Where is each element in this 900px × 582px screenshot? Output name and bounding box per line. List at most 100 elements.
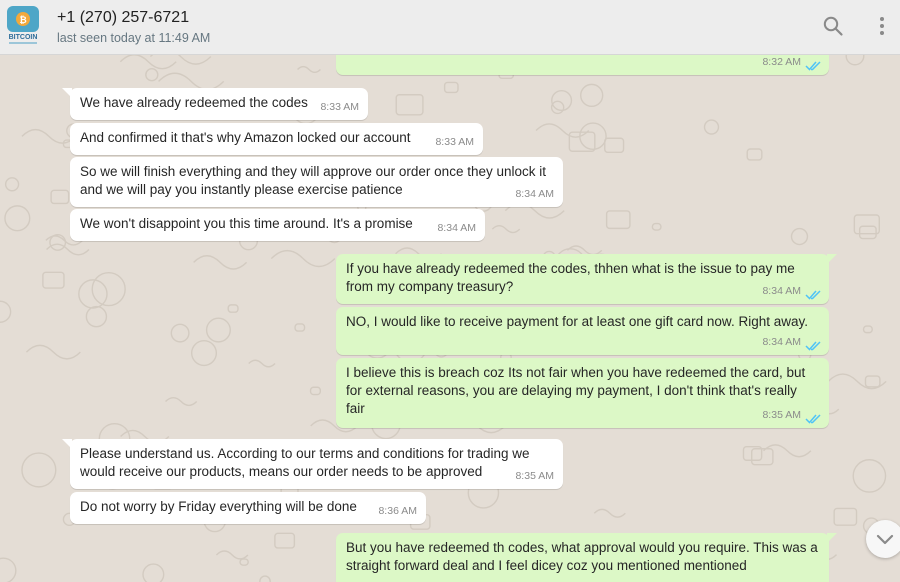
chevron-down-icon [876, 534, 894, 545]
wallpaper-doodle [0, 300, 12, 323]
wallpaper-doodle [91, 271, 126, 307]
message-incoming[interactable]: So we will finish everything and they wi… [70, 157, 563, 207]
wallpaper-doodle [21, 452, 57, 488]
message-time: 8:35 AM [762, 409, 801, 421]
bubble-tail [827, 254, 837, 264]
wallpaper-doodle [42, 271, 65, 289]
wallpaper-doodle [491, 224, 521, 234]
wallpaper-doodle [145, 68, 159, 82]
wallpaper-doodle [845, 55, 865, 66]
message-time: 8:34 AM [762, 336, 801, 348]
wallpaper-doodle [746, 148, 763, 161]
message-outgoing[interactable]: 8:32 AM [336, 55, 829, 75]
svg-text:₿: ₿ [19, 15, 26, 26]
message-text: And confirmed it that's why Amazon locke… [80, 130, 411, 145]
double-check-icon [805, 341, 821, 351]
message-time: 8:34 AM [762, 285, 801, 297]
message-outgoing[interactable]: I believe this is breach coz Its not fai… [336, 358, 829, 428]
wallpaper-doodle [215, 550, 249, 560]
message-incoming[interactable]: Do not worry by Friday everything will b… [70, 492, 426, 524]
chat-window: ₿ BITCOIN +1 (270) 257-6721 last seen to… [0, 0, 900, 582]
wallpaper-doodle [239, 558, 249, 566]
message-text: Do not worry by Friday everything will b… [80, 499, 357, 514]
wallpaper-doodle [858, 225, 877, 240]
bubble-tail [827, 533, 837, 543]
double-check-icon [805, 290, 821, 300]
avatar[interactable]: ₿ BITCOIN [5, 6, 41, 46]
message-outgoing[interactable]: But you have redeemed th codes, what app… [336, 533, 837, 582]
last-seen-status: last seen today at 11:49 AM [57, 31, 211, 45]
message-outgoing[interactable]: If you have already redeemed the codes, … [336, 254, 837, 304]
wallpaper-doodle [551, 89, 573, 112]
message-time: 8:34 AM [437, 222, 476, 234]
wallpaper-doodle [579, 122, 607, 151]
message-text: But you have redeemed th codes, what app… [346, 540, 818, 573]
wallpaper-doodle [864, 375, 881, 388]
wallpaper-doodle [443, 81, 459, 94]
wallpaper-doodle [703, 119, 720, 135]
message-time: 8:36 AM [378, 505, 417, 517]
bubble-tail [62, 88, 72, 98]
wallpaper-doodle [0, 557, 17, 582]
wallpaper-doodle [274, 532, 296, 549]
wallpaper-doodle [190, 340, 218, 367]
message-incoming[interactable]: We won't disappoint you this time around… [70, 209, 485, 241]
wallpaper-doodle [149, 55, 212, 65]
wallpaper-doodle [309, 386, 322, 396]
wallpaper-doodle [852, 459, 887, 493]
wallpaper-doodle [763, 444, 812, 458]
wallpaper-doodle [46, 243, 90, 256]
wallpaper-doodle [50, 189, 70, 205]
wallpaper-doodle [604, 137, 625, 154]
message-text: If you have already redeemed the codes, … [346, 261, 795, 294]
wallpaper-doodle [580, 83, 604, 108]
message-incoming[interactable]: We have already redeemed the codes 8:33 … [62, 88, 368, 120]
wallpaper-doodle [4, 177, 20, 192]
wallpaper-doodle [142, 563, 165, 582]
wallpaper-doodle [294, 323, 306, 332]
message-text: Please understand us. According to our t… [80, 446, 530, 479]
wallpaper-doodle [395, 94, 424, 116]
message-time: 8:33 AM [320, 101, 359, 113]
double-check-icon [805, 414, 821, 424]
chat-header: ₿ BITCOIN +1 (270) 257-6721 last seen to… [0, 0, 900, 55]
message-time: 8:34 AM [515, 188, 554, 200]
wallpaper-doodle [25, 344, 81, 360]
message-outgoing[interactable]: NO, I would like to receive payment for … [336, 307, 829, 355]
wallpaper-doodle [248, 359, 276, 368]
message-text: So we will finish everything and they wi… [80, 164, 546, 197]
wallpaper-doodle [790, 227, 809, 246]
message-list[interactable]: 8:32 AM We have already redeemed the cod… [0, 55, 900, 582]
wallpaper-doodle [651, 222, 662, 231]
wallpaper-doodle [862, 325, 873, 334]
message-incoming[interactable]: Please understand us. According to our t… [62, 439, 563, 489]
scroll-to-bottom-button[interactable] [866, 520, 900, 558]
message-time: 8:35 AM [515, 470, 554, 482]
search-icon[interactable] [821, 14, 845, 38]
wallpaper-doodle [833, 507, 858, 526]
wallpaper-doodle [85, 305, 108, 328]
message-text: We won't disappoint you this time around… [80, 216, 413, 231]
wallpaper-doodle [227, 304, 239, 313]
wallpaper-doodle [297, 65, 321, 74]
avatar-text: BITCOIN [9, 34, 38, 41]
wallpaper-doodle [550, 100, 565, 115]
wallpaper-doodle [119, 55, 177, 70]
wallpaper-doodle [165, 396, 198, 407]
wallpaper-doodle [4, 205, 31, 232]
wallpaper-doodle [170, 323, 190, 343]
message-time: 8:33 AM [435, 136, 474, 148]
menu-dots-icon[interactable] [870, 14, 894, 38]
message-time: 8:32 AM [762, 56, 801, 68]
wallpaper-doodle [605, 210, 631, 230]
wallpaper-doodle [205, 317, 231, 343]
wallpaper-doodle [593, 508, 626, 518]
wallpaper-doodle [193, 255, 248, 270]
message-text: NO, I would like to receive payment for … [346, 314, 808, 329]
message-incoming[interactable]: And confirmed it that's why Amazon locke… [70, 123, 483, 155]
contact-name[interactable]: +1 (270) 257-6721 [57, 9, 189, 27]
bubble-tail [62, 439, 72, 449]
double-check-icon [805, 61, 821, 71]
wallpaper-doodle [270, 249, 336, 268]
wallpaper-doodle [21, 128, 77, 144]
